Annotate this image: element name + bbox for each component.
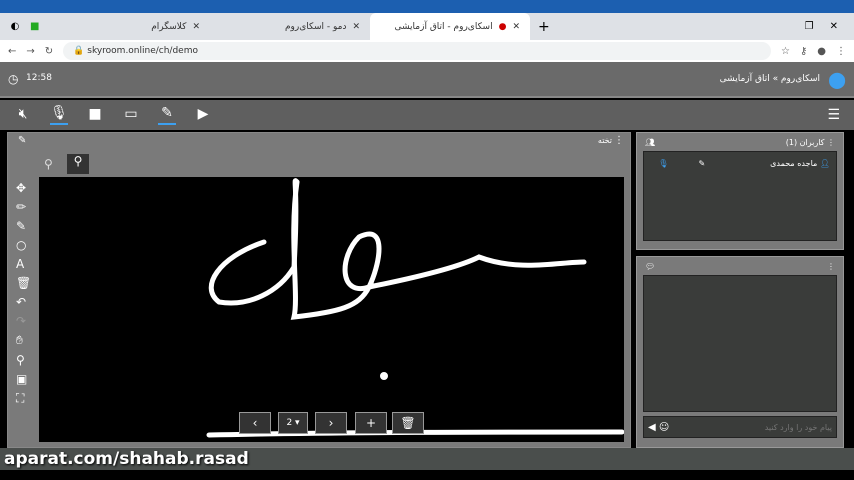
- window-top: [0, 0, 854, 13]
- trash-icon[interactable]: 🗑︎: [16, 276, 31, 290]
- next-page-button[interactable]: ›: [315, 412, 347, 434]
- watermark: aparat.com/shahab.rasad: [4, 449, 249, 469]
- dot-mark: [380, 372, 388, 380]
- tab-bar: ◐ ■ ✕ کلاسگرام ✕ دمو - اسکای‌روم ✕ ● اسکای‌ر…: [0, 13, 854, 40]
- drawing-canvas[interactable]: [39, 177, 625, 442]
- emoji-icon[interactable]: ☺: [659, 422, 669, 433]
- skyroom-logo: ⬤: [828, 70, 846, 89]
- star-icon[interactable]: ☆: [781, 46, 790, 57]
- url-field[interactable]: 🔒 skyroom.online/ch/demo: [63, 42, 771, 60]
- media-icon[interactable]: ▶: [194, 106, 212, 124]
- recording-icon: ●: [498, 21, 507, 32]
- close-icon[interactable]: ✕: [352, 22, 360, 32]
- whiteboard-icon[interactable]: ✎: [158, 105, 176, 125]
- speaker-muted-icon[interactable]: 🔇︎: [14, 106, 32, 124]
- close-window-button[interactable]: ✕: [830, 21, 838, 32]
- profile-avatar[interactable]: ●: [817, 46, 826, 57]
- camera-icon[interactable]: ■: [86, 106, 104, 124]
- reload-icon[interactable]: ↻: [45, 46, 53, 57]
- chat-panel: ⋮ 💬︎ ◀ ☺: [636, 256, 844, 448]
- tab-room[interactable]: ✕ ● اسکای‌روم - اتاق آزمایشی: [370, 13, 530, 40]
- panel-title: تخته: [597, 136, 612, 145]
- time: 12:58: [26, 73, 52, 83]
- users-list: 👤︎ ماجده محمدی ✎ 🎙︎: [643, 151, 837, 241]
- tab-title: اسکای‌روم - اتاق آزمایشی: [394, 21, 493, 32]
- menu-icon[interactable]: ⋮: [836, 46, 846, 57]
- fullscreen-icon[interactable]: ⛶: [16, 391, 31, 406]
- brush-icon[interactable]: ✎: [698, 159, 705, 168]
- microphone-icon[interactable]: 🎙︎: [50, 105, 68, 125]
- clock-icon: ◷: [8, 72, 19, 86]
- redo-icon[interactable]: ↷: [16, 314, 31, 328]
- zoom-in-icon[interactable]: ⚲: [67, 154, 89, 174]
- zoom-out-icon[interactable]: ⚲: [44, 157, 53, 171]
- drawing-tools: ✥ ✏ ✎ ○ A 🗑︎ ↶ ↷ ✋︎ ⚲ ▣ ⛶: [16, 181, 31, 406]
- more-icon[interactable]: ⋮: [827, 138, 835, 147]
- back-icon[interactable]: ←: [8, 46, 16, 57]
- move-icon[interactable]: ✥: [16, 181, 31, 195]
- more-icon[interactable]: ⋮: [614, 135, 624, 146]
- circle-icon[interactable]: ○: [16, 238, 31, 252]
- globe-icon: ◐: [10, 21, 20, 32]
- list-item[interactable]: 👤︎ ماجده محمدی ✎ 🎙︎: [644, 152, 836, 174]
- breadcrumb: اسکای‌روم » اتاق آزمایشی: [719, 74, 820, 84]
- users-panel: ⋮ کاربران (1) 👥︎ 👤︎ ماجده محمدی ✎ 🎙︎: [636, 132, 844, 250]
- page-select[interactable]: 2 ▾: [278, 412, 308, 434]
- user-icon: 👤︎: [819, 158, 830, 168]
- tab-classgram[interactable]: ✕ کلاسگرام: [50, 13, 210, 40]
- hand-icon[interactable]: ✋︎: [16, 333, 31, 348]
- whiteboard-panel: ✎ تخته ⋮ ⚲ ⚲ ✥ ✏ ✎ ○ A 🗑︎ ↶ ↷ ✋︎ ⚲ ▣ ⛶ ‹ 2 ▾ › + 🗑︎: [7, 132, 631, 448]
- chat-input-row: ◀ ☺: [643, 416, 837, 438]
- url-text: skyroom.online/ch/demo: [87, 46, 198, 56]
- brush-icon: ✎: [18, 135, 27, 146]
- hamburger-menu-icon[interactable]: ☰: [827, 107, 840, 123]
- close-icon[interactable]: ✕: [512, 22, 520, 32]
- tab-title: دمو - اسکای‌روم: [284, 21, 347, 32]
- app-icon: ■: [30, 21, 40, 32]
- chat-input[interactable]: [669, 422, 832, 432]
- prev-page-button[interactable]: ‹: [239, 412, 271, 434]
- close-icon[interactable]: ✕: [192, 22, 200, 32]
- users-icon: 👥︎: [645, 137, 656, 147]
- text-icon[interactable]: A: [16, 257, 31, 271]
- chat-messages: [643, 275, 837, 412]
- user-name: ماجده محمدی: [770, 158, 818, 168]
- chat-icon: 💬︎: [645, 261, 656, 271]
- more-icon[interactable]: ⋮: [827, 262, 835, 271]
- pencil-icon[interactable]: ✏: [16, 200, 31, 214]
- undo-icon[interactable]: ↶: [16, 295, 31, 309]
- restore-button[interactable]: ❐: [805, 21, 814, 32]
- highlighter-icon[interactable]: ✎: [16, 219, 31, 233]
- screen-share-icon[interactable]: ▭: [122, 106, 140, 124]
- handwriting-drawing: [206, 178, 625, 438]
- zoom-icon[interactable]: ⚲: [16, 353, 31, 367]
- key-icon[interactable]: ⚷: [800, 46, 807, 57]
- app-header: ◷ 12:58 اسکای‌روم » اتاق آزمایشی ⬤: [0, 62, 854, 98]
- address-bar: ← → ↻ 🔒 skyroom.online/ch/demo ☆ ⚷ ● ⋮: [0, 40, 854, 62]
- add-page-button[interactable]: +: [355, 412, 387, 434]
- forward-icon[interactable]: →: [26, 46, 34, 57]
- tab-demo[interactable]: ✕ دمو - اسکای‌روم: [210, 13, 370, 40]
- panel-title: کاربران (1): [785, 137, 825, 147]
- delete-page-button[interactable]: 🗑︎: [392, 412, 424, 434]
- page-number: 2: [286, 418, 293, 428]
- new-tab-button[interactable]: +: [538, 19, 550, 35]
- media-toolbar: 🔇︎ 🎙︎ ■ ▭ ✎ ▶ ☰: [0, 100, 854, 130]
- image-icon[interactable]: ▣: [16, 372, 31, 386]
- tab-title: کلاسگرام: [151, 21, 187, 32]
- send-icon[interactable]: ◀: [648, 422, 656, 433]
- microphone-icon[interactable]: 🎙︎: [658, 159, 668, 168]
